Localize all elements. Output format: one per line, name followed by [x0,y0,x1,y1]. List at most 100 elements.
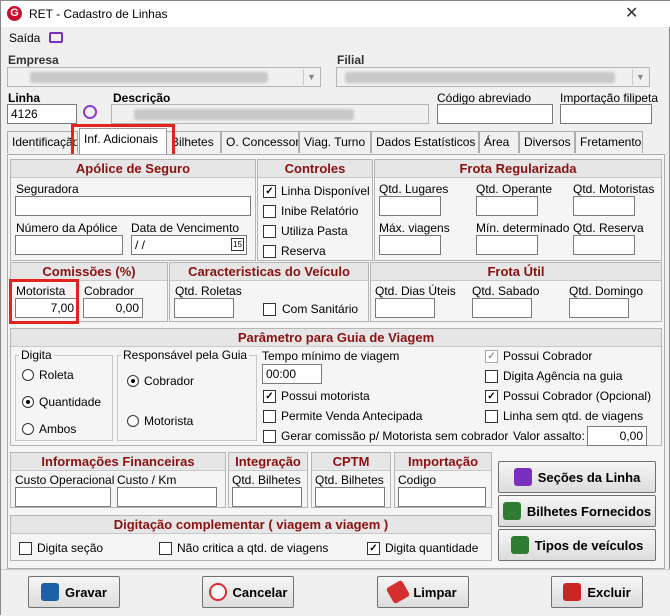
nao-critica-checkbox[interactable] [159,542,172,555]
digitacao-complementar-group: Digitação complementar ( viagem a viagem… [10,515,492,561]
qtd-operante-input[interactable] [476,196,538,216]
frota-regularizada-title: Frota Regularizada [375,160,661,178]
gerar-comissao-checkbox[interactable] [263,430,276,443]
descricao-label: Descrição [113,91,171,105]
domingo-input[interactable] [569,298,629,318]
gravar-button[interactable]: Gravar [28,576,120,608]
linha-sem-viagens-checkbox[interactable] [485,410,498,423]
integracao-qtd-bilhetes-input[interactable] [232,487,302,507]
tipos-veiculos-button[interactable]: Tipos de veículos [498,529,656,561]
bilhetes-fornecidos-button[interactable]: Bilhetes Fornecidos [498,495,656,527]
tab-viag-turno[interactable]: Viag. Turno [299,131,371,153]
window-title: RET - Cadastro de Linhas [29,7,168,21]
chevron-down-icon[interactable]: ▼ [303,69,319,85]
sabado-input[interactable] [472,298,532,318]
tab-area[interactable]: Área [479,131,519,153]
digita-agencia-checkbox[interactable] [485,370,498,383]
menu-saida[interactable]: Saída [9,31,40,45]
nao-critica-label: Não critica a qtd. de viagens [177,541,329,555]
tempo-minimo-input[interactable]: 00:00 [262,364,322,384]
qtd-reserva-input[interactable] [573,235,635,255]
reserva-label: Reserva [281,244,326,258]
search-icon[interactable] [83,105,97,119]
tab-dados-estatisticos[interactable]: Dados Estatísticos [371,131,479,153]
cancel-icon [208,583,227,601]
digitacao-complementar-title: Digitação complementar ( viagem a viagem… [11,516,491,534]
digita-roleta-radio[interactable] [22,369,34,381]
qtd-roletas-label: Qtd. Roletas [175,284,242,298]
secoes-linha-button[interactable]: Seções da Linha [498,461,656,493]
reserva-checkbox[interactable] [263,245,276,258]
gerar-comissao-label: Gerar comissão p/ Motorista sem cobrador [281,429,509,443]
com-sanitario-checkbox[interactable] [263,303,276,316]
empresa-label: Empresa [8,53,59,67]
frota-regularizada-group: Frota Regularizada Qtd. Lugares Qtd. Ope… [374,159,662,261]
title-bar: G RET - Cadastro de Linhas ✕ [1,1,670,27]
cancelar-button[interactable]: Cancelar [202,576,294,608]
comissao-cobrador-input[interactable]: 0,00 [83,298,143,318]
chevron-down-icon[interactable]: ▼ [632,69,648,85]
custo-operacional-input[interactable] [15,487,111,507]
possui-motorista-checkbox[interactable]: ✓ [263,390,276,403]
qtd-motoristas-input[interactable] [573,196,635,216]
responsavel-label: Responsável pela Guia [121,348,250,362]
min-determinado-input[interactable] [476,235,538,255]
limpar-button[interactable]: Limpar [377,576,469,608]
data-vencimento-input[interactable]: / / 15 [131,235,247,255]
valor-assalto-input[interactable]: 0,00 [587,426,647,446]
resp-cobrador-radio[interactable] [127,375,139,387]
tempo-minimo-label: Tempo mínimo de viagem [262,349,400,363]
linha-input[interactable]: 4126 [7,104,77,124]
frota-util-title: Frota Útil [371,263,661,281]
cptm-qtd-bilhetes-input[interactable] [315,487,385,507]
digita-quantidade-checkbox[interactable]: ✓ [367,542,380,555]
excluir-button[interactable]: Excluir [551,576,643,608]
data-vencimento-value: / / [135,238,146,252]
dias-uteis-label: Qtd. Dias Úteis [375,284,456,298]
resp-motorista-radio[interactable] [127,415,139,427]
venda-antecipada-checkbox[interactable] [263,410,276,423]
cobrador-label: Cobrador [84,284,135,298]
descricao-input[interactable] [111,104,429,124]
digita-quantidade-label: Digita quantidade [385,541,479,555]
close-icon[interactable]: ✕ [625,3,638,23]
codigo-abreviado-label: Código abreviado [437,91,532,105]
dias-uteis-input[interactable] [375,298,435,318]
utiliza-pasta-checkbox[interactable] [263,225,276,238]
financeiras-group: Informações Financeiras Custo Operaciona… [10,452,226,508]
importacao-codigo-input[interactable] [398,487,486,507]
linha-sem-viagens-label: Linha sem qtd. de viagens [503,409,644,423]
digita-agencia-label: Digita Agência na guia [503,369,623,383]
seguradora-label: Seguradora [16,182,79,196]
cobrador-opcional-checkbox[interactable]: ✓ [485,390,498,403]
empresa-select[interactable]: ▼ [7,67,321,87]
possui-cobrador-label: Possui Cobrador [503,349,593,363]
max-viagens-input[interactable] [379,235,441,255]
tab-o-concessor[interactable]: O. Concessor [221,131,299,153]
digita-quantidade-radio[interactable] [22,396,34,408]
importacao-codigo-label: Codigo [398,473,437,487]
seguradora-input[interactable] [15,196,251,216]
importacao-filipeta-input[interactable] [560,104,652,124]
custo-km-input[interactable] [117,487,217,507]
tab-identificacao[interactable]: Identificação [7,131,78,153]
filial-select[interactable]: ▼ [336,67,650,87]
numero-apolice-input[interactable] [15,235,123,255]
tab-fretamento[interactable]: Fretamento [575,131,643,153]
codigo-abreviado-input[interactable] [437,104,553,124]
sabado-label: Qtd. Sabado [472,284,540,298]
qtd-lugares-input[interactable] [379,196,441,216]
veiculo-group: Caracteristicas do Veículo Qtd. Roletas … [169,262,369,322]
calendar-icon[interactable]: 15 [231,238,244,251]
qtd-lugares-label: Qtd. Lugares [379,182,449,196]
gravar-label: Gravar [65,584,107,600]
digita-secao-checkbox[interactable] [19,542,32,555]
inibe-relatorio-checkbox[interactable] [263,205,276,218]
monitor-icon[interactable] [49,32,63,43]
linha-disponivel-checkbox[interactable]: ✓ [263,185,276,198]
venda-antecipada-label: Permite Venda Antecipada [281,409,423,423]
digita-ambos-radio[interactable] [22,423,34,435]
tipos-veiculos-label: Tipos de veículos [534,537,644,553]
qtd-roletas-input[interactable] [174,298,234,318]
tab-diversos[interactable]: Diversos [519,131,575,153]
